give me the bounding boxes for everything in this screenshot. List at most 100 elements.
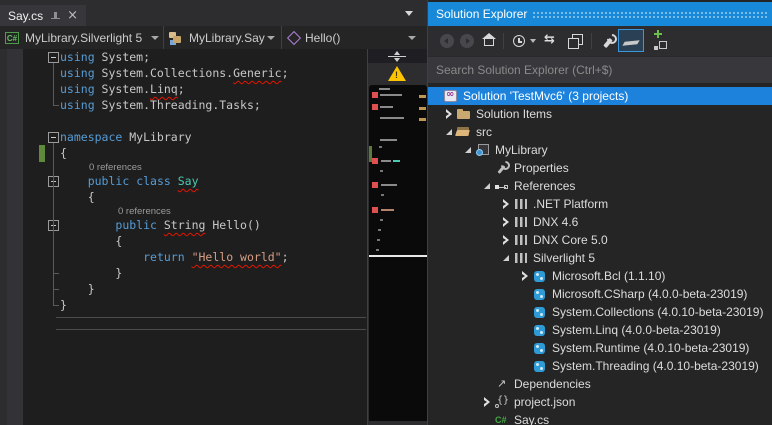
tree-row-label: Microsoft.Bcl (1.1.10) xyxy=(552,269,666,283)
code-line[interactable]: public String Hello() xyxy=(60,218,260,234)
home-icon[interactable] xyxy=(481,33,497,49)
tree-row-dependencies[interactable]: Dependencies xyxy=(428,375,772,393)
pin-icon[interactable] xyxy=(50,11,61,21)
solution-explorer-toolbar xyxy=(428,26,772,56)
collapsed-arrow-icon[interactable] xyxy=(499,199,513,209)
document-list-chevron-down-icon[interactable] xyxy=(405,11,413,16)
expanded-arrow-icon[interactable] xyxy=(461,147,475,153)
forward-icon[interactable] xyxy=(460,34,474,48)
document-overview-map[interactable] xyxy=(369,85,427,421)
vs-window: Say.cs MyLibrary.Silverlight 5 MyLibrary… xyxy=(0,0,772,425)
tree-row-mylibrary[interactable]: MyLibrary xyxy=(428,141,772,159)
tree-row-label: src xyxy=(476,125,492,139)
scrollbar-footer xyxy=(368,421,427,425)
code-line[interactable]: } xyxy=(60,266,122,282)
collapsed-arrow-icon[interactable] xyxy=(480,397,494,407)
expanded-arrow-icon[interactable] xyxy=(499,255,513,261)
breakpoint-margin[interactable] xyxy=(0,49,7,425)
tree-row-system-runtime-4-0-10-beta-23019[interactable]: System.Runtime (4.0.10-beta-23019) xyxy=(428,339,772,357)
map-text-mark xyxy=(379,88,390,90)
nuget-icon xyxy=(532,286,548,302)
folder-icon xyxy=(456,106,472,122)
preview-selected-items-icon[interactable] xyxy=(618,29,644,52)
member-dropdown-label: Hello() xyxy=(305,30,341,45)
tree-row-microsoft-csharp-4-0-0-beta-23019[interactable]: Microsoft.CSharp (4.0.0-beta-23019) xyxy=(428,285,772,303)
collapsed-arrow-icon[interactable] xyxy=(499,235,513,245)
expanded-arrow-icon[interactable] xyxy=(442,129,456,135)
map-modified-mark xyxy=(419,118,426,121)
code-line[interactable]: return "Hello world"; xyxy=(60,250,288,266)
chevron-down-icon xyxy=(267,36,275,40)
tree-row-properties[interactable]: Properties xyxy=(428,159,772,177)
code-line[interactable]: using System.Linq; xyxy=(60,82,185,98)
scrollbar-map[interactable] xyxy=(367,49,427,425)
history-clock-icon[interactable] xyxy=(513,35,525,47)
code-line[interactable]: namespace MyLibrary xyxy=(60,130,192,146)
map-text-mark xyxy=(376,249,379,251)
map-text-mark xyxy=(381,160,391,162)
map-error-mark xyxy=(372,207,378,213)
code-line[interactable]: } xyxy=(60,298,67,314)
tab-say-cs[interactable]: Say.cs xyxy=(0,5,87,26)
fold-collapse-box[interactable] xyxy=(48,52,59,63)
tree-row-solution-items[interactable]: Solution Items xyxy=(428,105,772,123)
tree-row-dnx-4-6[interactable]: DNX 4.6 xyxy=(428,213,772,231)
code-editor[interactable]: using System; using System.Collections.Ge… xyxy=(0,49,367,425)
tree-row-system-threading-4-0-10-beta-23019[interactable]: System.Threading (4.0.10-beta-23019) xyxy=(428,357,772,375)
tree-row-references[interactable]: References xyxy=(428,177,772,195)
member-dropdown[interactable]: Hello() xyxy=(282,26,427,49)
project-dropdown[interactable]: MyLibrary.Silverlight 5 xyxy=(0,26,164,49)
tree-row-system-linq-4-0-0-beta-23019[interactable]: System.Linq (4.0.0-beta-23019) xyxy=(428,321,772,339)
split-window-grip-icon[interactable] xyxy=(388,50,406,62)
solution-explorer-titlebar[interactable]: Solution Explorer xyxy=(428,2,772,26)
properties-wrench-icon[interactable] xyxy=(599,34,615,50)
search-input[interactable] xyxy=(428,57,772,83)
code-line[interactable]: using System; xyxy=(60,50,150,66)
tree-row-src[interactable]: src xyxy=(428,123,772,141)
panel-title: Solution Explorer xyxy=(436,7,528,21)
collapsed-arrow-icon[interactable] xyxy=(442,109,456,119)
search-box xyxy=(428,56,772,83)
code-line[interactable]: { xyxy=(60,234,122,250)
chevron-down-icon[interactable] xyxy=(530,39,536,43)
code-line[interactable]: } xyxy=(60,282,95,298)
close-icon[interactable] xyxy=(67,11,78,21)
tree-row-dnx-core-5-0[interactable]: DNX Core 5.0 xyxy=(428,231,772,249)
fold-collapse-box[interactable] xyxy=(48,132,59,143)
tree-row-project-json[interactable]: project.json xyxy=(428,393,772,411)
code-line[interactable]: { xyxy=(60,190,95,206)
tree-row-microsoft-bcl-1-1-10[interactable]: Microsoft.Bcl (1.1.10) xyxy=(428,267,772,285)
collapse-all-icon[interactable] xyxy=(567,34,583,50)
tree-row-net-platform[interactable]: .NET Platform xyxy=(428,195,772,213)
collapsed-arrow-icon[interactable] xyxy=(499,217,513,227)
code-line[interactable]: public class Say xyxy=(60,174,199,190)
collapsed-arrow-icon[interactable] xyxy=(518,271,532,281)
method-icon xyxy=(286,30,302,45)
code-line[interactable]: using System.Threading.Tasks; xyxy=(60,98,261,114)
toolbar-separator xyxy=(503,33,504,49)
tree-row-system-collections-4-0-10-beta-23019[interactable]: System.Collections (4.0.10-beta-23019) xyxy=(428,303,772,321)
show-all-files-icon[interactable] xyxy=(651,30,668,50)
codelens-references[interactable]: 0 references xyxy=(118,206,171,217)
tree-row-label: MyLibrary xyxy=(495,143,548,157)
back-icon[interactable] xyxy=(440,34,454,48)
editor-splitter-row xyxy=(368,49,427,63)
solution-tree: Solution 'TestMvc6' (3 projects) Solution… xyxy=(428,84,772,425)
code-line[interactable]: { xyxy=(60,146,67,162)
code-line[interactable]: using System.Collections.Generic; xyxy=(60,66,289,82)
sync-active-document-icon[interactable] xyxy=(544,32,555,47)
titlebar-grip-dots xyxy=(532,11,769,20)
tree-row-solution-testmvc6-3-projects[interactable]: Solution 'TestMvc6' (3 projects) xyxy=(428,87,772,105)
nuget-icon xyxy=(532,358,548,374)
project-dropdown-label: MyLibrary.Silverlight 5 xyxy=(25,30,143,45)
tree-row-silverlight-5[interactable]: Silverlight 5 xyxy=(428,249,772,267)
tree-row-label: .NET Platform xyxy=(533,197,609,211)
expanded-arrow-icon[interactable] xyxy=(480,183,494,189)
codelens-references[interactable]: 0 references xyxy=(89,162,142,173)
tree-row-say-cs[interactable]: Say.cs xyxy=(428,411,772,425)
type-dropdown[interactable]: MyLibrary.Say xyxy=(164,26,282,49)
library-icon xyxy=(513,232,529,248)
map-text-mark xyxy=(380,117,404,119)
map-text-mark xyxy=(381,184,397,186)
tree-row-label: project.json xyxy=(514,395,576,409)
